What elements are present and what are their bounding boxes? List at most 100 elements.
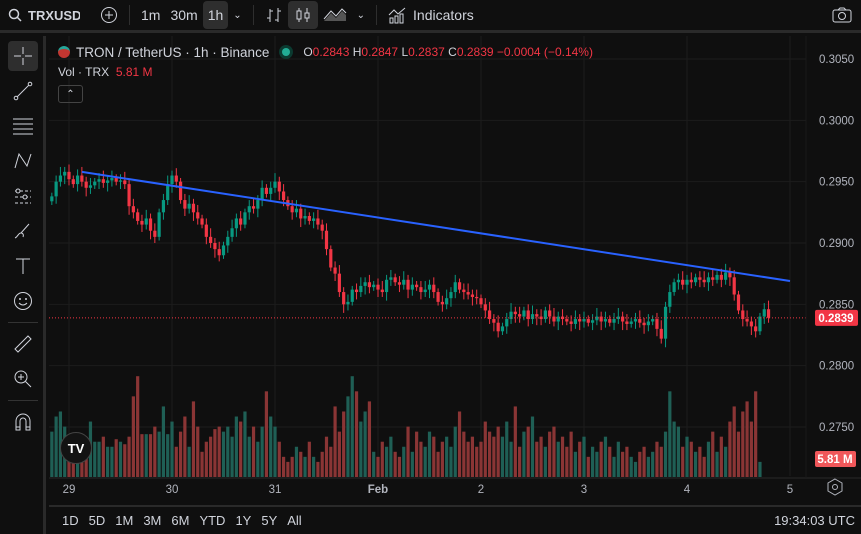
range-ytd[interactable]: YTD	[194, 513, 230, 528]
snapshot-button[interactable]	[827, 1, 857, 29]
candle-body	[548, 310, 552, 317]
price-tick: 0.3000	[819, 115, 854, 127]
candle-body	[732, 277, 736, 295]
emoji-tool[interactable]	[8, 286, 38, 316]
volume-bar	[754, 391, 758, 477]
volume-bar	[157, 431, 161, 477]
candle-body	[50, 196, 54, 202]
magnet-tool[interactable]	[8, 407, 38, 437]
price-chart[interactable]: 0.3050 0.3000 0.2950 0.2900 0.2850 0.2800 0.27…	[49, 36, 861, 506]
interval-30m[interactable]: 30m	[165, 1, 202, 29]
volume-bar	[316, 461, 320, 477]
trendline-icon	[13, 81, 33, 101]
candle-body	[462, 289, 466, 293]
range-3m[interactable]: 3M	[138, 513, 166, 528]
volume-bar	[148, 434, 153, 477]
trendline-tool[interactable]	[8, 76, 38, 106]
bars-style-button[interactable]	[260, 1, 288, 29]
volume-bar	[307, 441, 311, 477]
candle-body	[612, 319, 616, 323]
volume-bar	[668, 391, 672, 477]
volume-bar	[685, 436, 689, 477]
volume-bar	[127, 436, 131, 477]
candle-body	[659, 328, 663, 339]
brush-tool[interactable]	[8, 216, 38, 246]
volume-bar	[483, 421, 487, 477]
volume-bar	[689, 441, 693, 477]
volume-bar	[500, 436, 505, 477]
volume-bar	[715, 451, 719, 477]
volume-bar	[402, 446, 406, 477]
collapse-legend-button[interactable]: ⌃	[58, 85, 83, 103]
search-icon	[8, 8, 22, 22]
candle-body	[535, 314, 539, 317]
crosshair-tool[interactable]	[8, 41, 38, 71]
interval-1m[interactable]: 1m	[136, 1, 165, 29]
volume-bar	[745, 401, 749, 477]
candle-body	[672, 282, 676, 293]
divider	[252, 5, 254, 25]
compare-button[interactable]	[95, 1, 123, 29]
measure-tool[interactable]	[8, 329, 38, 359]
volume-value: 5.81 M	[115, 65, 153, 79]
fib-tool[interactable]	[8, 111, 38, 141]
volume-bar	[655, 441, 659, 477]
volume-bar	[621, 451, 625, 477]
candles-style-button[interactable]	[287, 1, 318, 29]
volume-bar	[101, 436, 105, 477]
candle-body	[578, 319, 582, 322]
range-1m[interactable]: 1M	[110, 513, 138, 528]
volume-bar	[642, 446, 646, 477]
candle-body	[582, 319, 586, 322]
candle-body	[131, 206, 135, 213]
volume-bar	[693, 451, 698, 477]
symbol-search[interactable]: TRXUSDT	[0, 1, 85, 29]
range-all[interactable]: All	[282, 513, 306, 528]
volume-bar	[354, 391, 359, 477]
interval-dropdown[interactable]: ⌄	[228, 1, 246, 29]
area-style-button[interactable]	[318, 1, 352, 29]
tradingview-logo[interactable]: TV	[60, 432, 92, 464]
chart-type-dropdown[interactable]: ⌄	[352, 1, 370, 29]
volume-bar	[204, 441, 208, 477]
text-tool[interactable]	[8, 251, 38, 281]
volume-bar	[350, 376, 354, 477]
volume-bar	[625, 446, 629, 477]
volume-bar	[419, 441, 423, 477]
volume-bar	[599, 441, 603, 477]
candle-body	[114, 177, 118, 182]
candle-body	[174, 175, 178, 182]
range-1y[interactable]: 1Y	[230, 513, 256, 528]
candle-body	[277, 181, 281, 192]
candle-body	[264, 187, 269, 194]
volume-bar	[384, 446, 389, 477]
candle-body	[449, 292, 453, 299]
clock[interactable]: 19:34:03 UTC	[774, 513, 855, 528]
volume-bar	[535, 441, 539, 477]
volume-bar	[595, 451, 599, 477]
volume-bar	[187, 446, 191, 477]
divider	[8, 400, 38, 401]
range-6m[interactable]: 6M	[166, 513, 194, 528]
candle-body	[106, 180, 110, 183]
range-5y[interactable]: 5Y	[256, 513, 282, 528]
zoom-tool[interactable]	[8, 364, 38, 394]
volume-bar	[299, 451, 303, 477]
volume-bar	[706, 441, 711, 477]
indicators-button[interactable]: Indicators	[383, 1, 479, 29]
interval-1h[interactable]: 1h	[202, 1, 229, 29]
candle-body	[71, 179, 75, 185]
volume-bar	[320, 451, 324, 477]
range-1d[interactable]: 1D	[57, 513, 84, 528]
prediction-tool[interactable]	[8, 181, 38, 211]
volume-bar	[440, 441, 444, 477]
candle-body	[711, 277, 715, 280]
crosshair-icon	[14, 47, 32, 65]
volume-bar	[333, 406, 337, 477]
candle-body	[706, 277, 711, 283]
pattern-tool[interactable]	[8, 146, 38, 176]
symbol-title[interactable]: TRON / TetherUS · 1h · Binance	[76, 45, 269, 60]
range-5d[interactable]: 5D	[84, 513, 111, 528]
settings-icon[interactable]	[827, 478, 843, 496]
candle-body	[423, 289, 427, 293]
